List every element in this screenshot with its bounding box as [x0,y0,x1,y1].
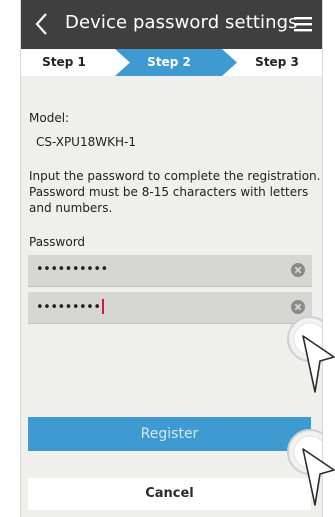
text-cursor [101,299,104,314]
device-password-screen: Device password settings Step 1 Step 2 S… [20,0,323,517]
step-indicator: Step 1 Step 2 Step 3 [21,49,322,76]
instruction-line-1: Input the password to complete the regis… [29,169,321,183]
password-field[interactable]: •••••••••• [28,255,312,287]
model-value: CS-XPU18WKH-1 [36,135,136,149]
step-2-active: Step 2 [147,55,191,69]
step-1: Step 1 [42,55,86,69]
password-field-value: •••••••••• [36,262,108,277]
tap-indicator-icon [287,316,322,362]
step-3: Step 3 [255,55,299,69]
title-bar: Device password settings [21,0,322,49]
instruction-line-3: and numbers. [29,201,113,215]
model-label: Model: [29,111,70,125]
hamburger-menu-icon[interactable] [292,14,314,34]
register-button[interactable]: Register [28,417,311,451]
confirm-password-field[interactable]: ••••••••• [28,292,312,324]
password-label: Password [29,235,86,249]
tap-indicator-icon [287,429,322,475]
clear-icon[interactable] [291,263,305,277]
clear-icon[interactable] [291,300,305,314]
instruction-line-2: Password must be 8-15 characters with le… [29,185,309,199]
confirm-password-field-value: ••••••••• [36,299,104,315]
page-title: Device password settings [65,12,298,33]
back-chevron-icon[interactable] [31,11,53,37]
cancel-button[interactable]: Cancel [28,478,311,510]
